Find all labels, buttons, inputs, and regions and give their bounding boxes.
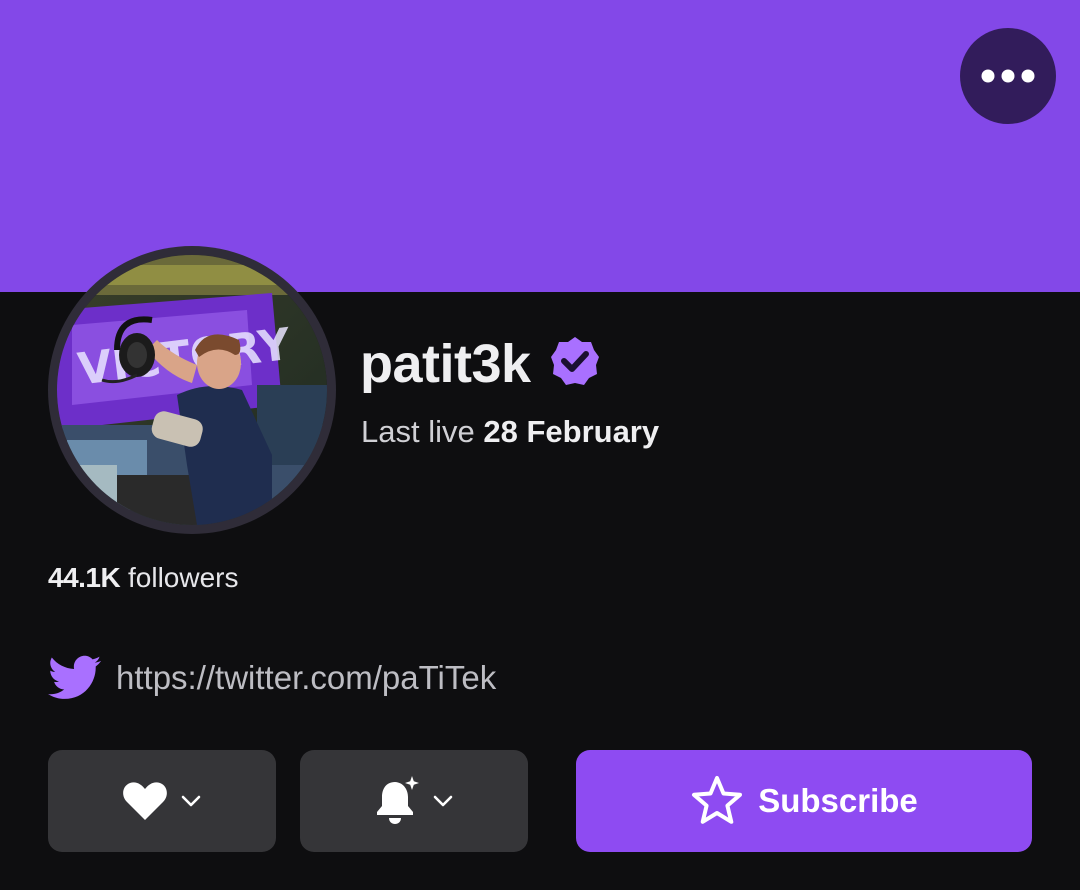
username-row: patit3k [360,328,601,400]
followers-count: 44.1K [48,562,121,593]
chevron-down-icon [181,795,201,807]
subscribe-button[interactable]: Subscribe [576,750,1032,852]
channel-username: patit3k [360,334,531,394]
social-link-row[interactable]: https://twitter.com/paTiTek [48,650,496,706]
last-live-status: Last live 28 February [361,414,659,450]
star-icon [692,776,743,824]
twitter-icon [48,655,102,699]
follow-button[interactable] [48,750,276,852]
more-options-button[interactable] [960,28,1056,124]
notifications-button[interactable] [300,750,528,852]
avatar-image: VICTORY [57,255,327,525]
last-live-prefix: Last live [361,414,475,449]
twitter-link[interactable]: https://twitter.com/paTiTek [116,659,496,697]
channel-profile-page: VICTORY patit3k Last live 28 February 44… [0,0,1080,890]
heart-icon [123,782,167,820]
followers-count-row: 44.1K followers [48,562,238,594]
followers-label: followers [128,562,239,593]
avatar[interactable]: VICTORY [48,246,336,534]
last-live-date: 28 February [483,414,660,449]
subscribe-label: Subscribe [758,782,918,819]
more-horizontal-icon [981,69,1035,83]
bell-icon [377,776,419,824]
verified-badge-icon [550,337,599,385]
chevron-down-icon [433,795,453,807]
